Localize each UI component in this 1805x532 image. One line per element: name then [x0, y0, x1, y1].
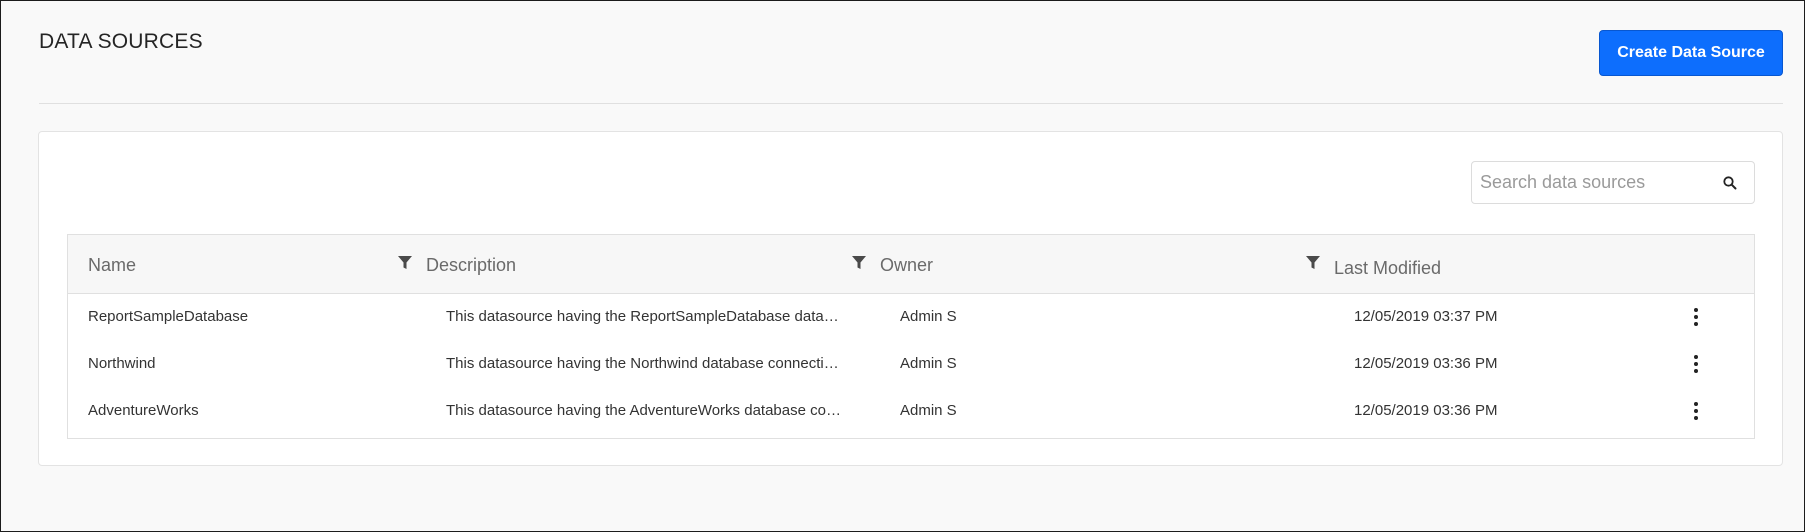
- column-header-description[interactable]: Description: [424, 235, 878, 294]
- data-sources-panel: Name Description Owner: [38, 131, 1783, 466]
- column-header-label: Owner: [880, 255, 934, 275]
- data-sources-grid: Name Description Owner Last Modified Rep…: [67, 234, 1755, 439]
- column-header-owner[interactable]: Owner: [878, 235, 1332, 294]
- create-data-source-button[interactable]: Create Data Source: [1599, 30, 1783, 76]
- cell-owner: Admin S: [900, 355, 957, 372]
- cell-name: Northwind: [88, 355, 156, 372]
- cell-owner: Admin S: [900, 308, 957, 325]
- cell-description: This datasource having the AdventureWork…: [446, 402, 841, 419]
- filter-icon[interactable]: [851, 255, 867, 271]
- column-header-label: Name: [88, 255, 137, 275]
- cell-last-modified: 12/05/2019 03:36 PM: [1354, 402, 1498, 419]
- search-box: [1471, 161, 1755, 204]
- cell-last-modified: 12/05/2019 03:37 PM: [1354, 308, 1498, 325]
- table-row[interactable]: AdventureWorks This datasource having th…: [68, 388, 1754, 435]
- cell-description: This datasource having the Northwind dat…: [446, 355, 839, 372]
- more-options-icon[interactable]: [1692, 306, 1700, 328]
- filter-icon[interactable]: [397, 255, 413, 271]
- column-header-label: Description: [426, 255, 517, 275]
- table-row[interactable]: ReportSampleDatabase This datasource hav…: [68, 294, 1754, 341]
- cell-name: ReportSampleDatabase: [88, 308, 249, 325]
- search-icon[interactable]: [1722, 175, 1738, 191]
- filter-icon[interactable]: [1305, 255, 1321, 271]
- column-header-name[interactable]: Name: [68, 235, 424, 294]
- app-window: DATA SOURCES Create Data Source Name Des…: [0, 0, 1805, 532]
- column-header-label: Last Modified: [1334, 258, 1442, 278]
- cell-name: AdventureWorks: [88, 402, 199, 419]
- more-options-icon[interactable]: [1692, 400, 1700, 422]
- table-row[interactable]: Northwind This datasource having the Nor…: [68, 341, 1754, 388]
- header-divider: [39, 103, 1783, 104]
- column-header-last-modified[interactable]: Last Modified: [1332, 235, 1756, 294]
- more-options-icon[interactable]: [1692, 353, 1700, 375]
- cell-owner: Admin S: [900, 402, 957, 419]
- cell-description: This datasource having the ReportSampleD…: [446, 308, 839, 325]
- grid-header: Name Description Owner Last Modified: [68, 235, 1754, 294]
- cell-last-modified: 12/05/2019 03:36 PM: [1354, 355, 1498, 372]
- page-title: DATA SOURCES: [39, 30, 203, 53]
- search-input[interactable]: [1472, 162, 1712, 203]
